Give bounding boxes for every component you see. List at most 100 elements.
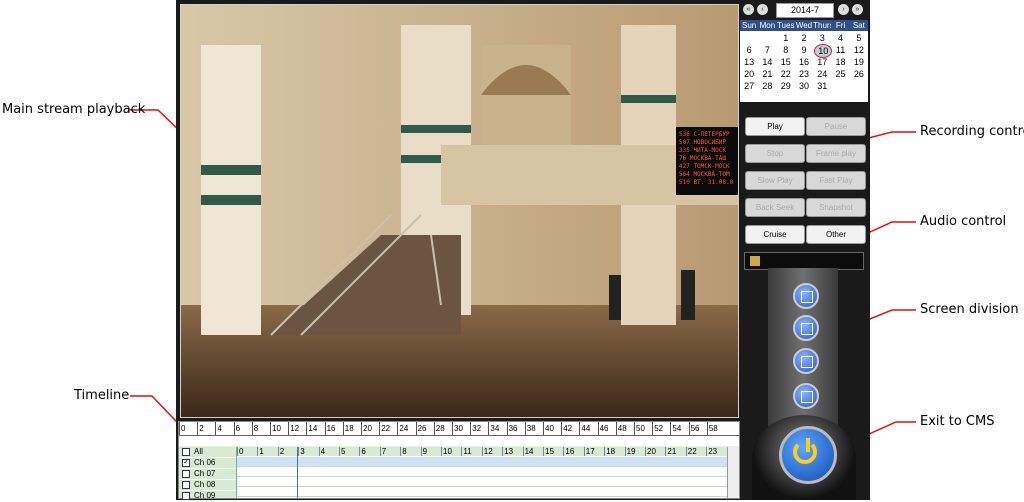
other-button[interactable]: Other: [806, 225, 866, 244]
calendar-day[interactable]: 13: [741, 56, 757, 68]
channel-list: All ✓ Ch 06 Ch 07 Ch 08 Ch 09: [179, 447, 237, 502]
calendar-day[interactable]: 30: [796, 80, 812, 92]
calendar-day[interactable]: 14: [759, 56, 775, 68]
calendar-day[interactable]: 29: [778, 80, 794, 92]
ruler-tick: 56: [688, 422, 700, 435]
timeline-track[interactable]: [179, 436, 739, 446]
ruler-tick: 30: [452, 422, 463, 435]
channel-row[interactable]: Ch 08: [179, 480, 236, 491]
calendar-day[interactable]: 12: [851, 44, 867, 56]
split-9-button[interactable]: [793, 315, 819, 341]
video-frame: 536 C-ПЕТЕРБУР 507 НОВОСИБИР 335 ЧИТА-МО…: [181, 5, 738, 417]
hour-label: 14: [522, 447, 534, 456]
hour-label: 12: [481, 447, 493, 456]
video-playback-area[interactable]: 536 C-ПЕТЕРБУР 507 НОВОСИБИР 335 ЧИТА-МО…: [180, 4, 739, 418]
minute-ruler[interactable]: 0 2 4 6 8 10 12 14 16 18 20 22 24 26 28 30 32 34 36 38 40 42 4…: [179, 422, 739, 436]
weekday-header: Tues: [776, 20, 795, 31]
calendar-day[interactable]: 17: [814, 56, 830, 68]
prev-month-button[interactable]: ‹: [757, 4, 768, 15]
hour-label: 5: [339, 447, 346, 456]
hour-label: 22: [685, 447, 697, 456]
playhead-marker[interactable]: [297, 447, 298, 498]
hour-header: 0 1 2 3 4 5 6 7 8 9 10 11 12 13 14 15 16 17 18 19 20 21 22 23: [237, 447, 727, 456]
ruler-tick: 14: [306, 422, 318, 435]
ruler-tick: 34: [488, 422, 500, 435]
grid-row-ch06[interactable]: [237, 457, 727, 467]
snapshot-button[interactable]: Snapshot: [806, 198, 866, 217]
hour-label: 13: [502, 447, 514, 456]
calendar-day[interactable]: 16: [796, 56, 812, 68]
calendar-day[interactable]: 15: [778, 56, 794, 68]
calendar-day[interactable]: 3: [814, 32, 830, 44]
split-16-button[interactable]: [793, 348, 819, 374]
channel-checkbox[interactable]: [182, 481, 190, 489]
channel-checkbox[interactable]: [182, 492, 190, 500]
calendar-day[interactable]: 28: [759, 80, 775, 92]
channel-checkbox[interactable]: ✓: [182, 459, 190, 467]
ruler-tick: 58: [706, 422, 718, 435]
calendar-day[interactable]: 20: [741, 68, 757, 80]
grid-row-ch07[interactable]: [237, 467, 727, 477]
back-seek-button[interactable]: Back Seek: [745, 198, 805, 217]
frame-play-button[interactable]: Frame play: [806, 144, 866, 163]
hour-grid[interactable]: 0 1 2 3 4 5 6 7 8 9 10 11 12 13 14 15 16 17 18 19 20 21 22 23: [237, 447, 727, 498]
calendar-day[interactable]: 1: [778, 32, 794, 44]
calendar-day[interactable]: 6: [741, 44, 757, 56]
ruler-tick: 26: [415, 422, 427, 435]
stop-button[interactable]: Stop: [745, 144, 805, 163]
calendar-day[interactable]: 18: [832, 56, 848, 68]
grid-row-ch08[interactable]: [237, 477, 727, 487]
next-month-button[interactable]: ›: [838, 4, 849, 15]
calendar-day[interactable]: 25: [832, 68, 848, 80]
calendar-day[interactable]: 27: [741, 80, 757, 92]
calendar-day[interactable]: 21: [759, 68, 775, 80]
grid-row-ch09[interactable]: [237, 487, 727, 497]
play-button[interactable]: Play: [745, 117, 805, 136]
channel-label: All: [194, 447, 203, 456]
cruise-button[interactable]: Cruise: [745, 225, 805, 244]
weekday-header: Sun: [740, 20, 759, 31]
calendar-day[interactable]: 5: [851, 32, 867, 44]
prev-year-button[interactable]: «: [743, 4, 754, 15]
channel-checkbox[interactable]: [182, 448, 190, 456]
speaker-icon[interactable]: [750, 256, 760, 266]
calendar-day[interactable]: 22: [778, 68, 794, 80]
led-line-1: 536 C-ПЕТЕРБУР: [679, 131, 730, 138]
next-year-button[interactable]: »: [852, 4, 863, 15]
split-25-button[interactable]: [793, 383, 819, 409]
ruler-tick: 32: [470, 422, 482, 435]
channel-checkbox[interactable]: [182, 470, 190, 478]
hour-label: 23: [706, 447, 718, 456]
ruler-tick: 46: [597, 422, 609, 435]
timeline-scrollbar[interactable]: [727, 447, 739, 498]
calendar-day[interactable]: 31: [814, 80, 830, 92]
channel-row[interactable]: Ch 07: [179, 469, 236, 480]
grid-25-icon: [801, 391, 813, 403]
ruler-tick: 18: [342, 422, 354, 435]
calendar-day[interactable]: 7: [759, 44, 775, 56]
calendar-day[interactable]: 19: [851, 56, 867, 68]
calendar-day[interactable]: 23: [796, 68, 812, 80]
calendar-day[interactable]: 9: [796, 44, 812, 56]
calendar-day[interactable]: 26: [851, 68, 867, 80]
exit-cms-button[interactable]: [779, 426, 837, 484]
calendar-month: 2014-7: [776, 3, 834, 18]
channel-row[interactable]: Ch 09: [179, 491, 236, 502]
fast-play-button[interactable]: Fast Play: [806, 171, 866, 190]
channel-row[interactable]: ✓ Ch 06: [179, 458, 236, 469]
hour-label: 2: [277, 447, 285, 456]
hour-label: 11: [461, 447, 472, 456]
timeline-panel[interactable]: 0 2 4 6 8 10 12 14 16 18 20 22 24 26 28 30 32 34 36 38 40 42 4…: [178, 421, 740, 502]
calendar-day[interactable]: 8: [778, 44, 794, 56]
calendar: « ‹ 2014-7 › » Sun Mon Tues Wed Thurs Fri Sat 1…: [740, 2, 868, 102]
calendar-day[interactable]: 24: [814, 68, 830, 80]
calendar-day[interactable]: 4: [832, 32, 848, 44]
split-4-button[interactable]: [793, 283, 819, 309]
ruler-tick: 22: [379, 422, 391, 435]
slow-play-button[interactable]: Slow Play: [745, 171, 805, 190]
channel-row[interactable]: All: [179, 447, 236, 458]
hour-label: 18: [604, 447, 616, 456]
pause-button[interactable]: Pause: [806, 117, 866, 136]
calendar-day[interactable]: 2: [796, 32, 812, 44]
calendar-day[interactable]: 11: [832, 44, 848, 56]
